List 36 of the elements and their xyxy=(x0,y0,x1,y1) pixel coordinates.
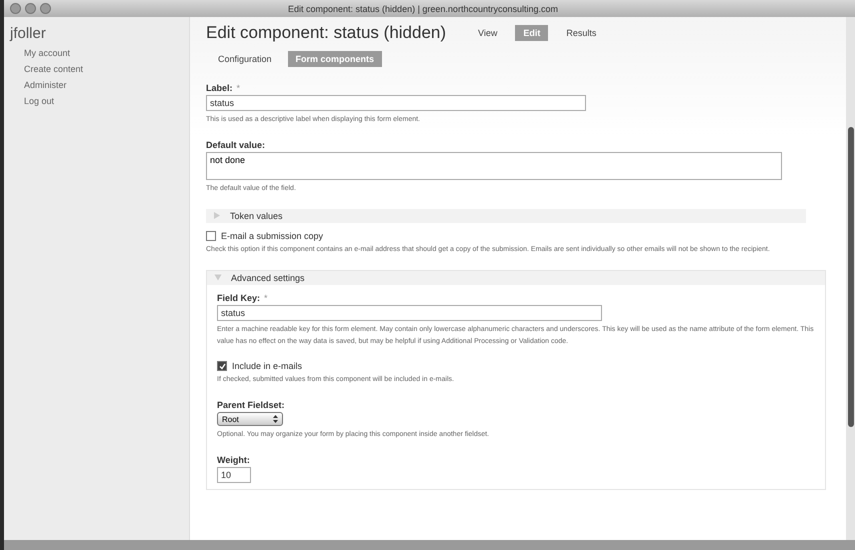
field-label: Field Key: * xyxy=(217,292,269,303)
sidebar-link[interactable]: Administer xyxy=(10,77,183,93)
triangle-icon xyxy=(214,274,222,281)
checkbox-label: Include in e-mails xyxy=(232,361,302,372)
field-label: Parent Fieldset: xyxy=(217,400,286,410)
close-icon[interactable] xyxy=(10,3,21,14)
fieldset-title: Token values xyxy=(230,210,283,221)
input-field[interactable]: status xyxy=(217,304,602,321)
sidebar-link[interactable]: Create content xyxy=(10,61,183,77)
collapsible-fieldset[interactable]: Advanced settings xyxy=(207,270,825,285)
input-field[interactable]: 10 xyxy=(217,467,251,484)
checkbox[interactable] xyxy=(206,230,216,241)
checkmark-icon xyxy=(218,362,226,370)
window-title: Edit component: status (hidden) | green.northcountryconsulting.com xyxy=(287,4,559,14)
select-dropdown[interactable]: Root xyxy=(217,412,283,426)
scrollbar-thumb[interactable] xyxy=(848,127,854,427)
text-area[interactable]: not done xyxy=(206,152,782,180)
field-label: Label: * xyxy=(206,83,242,93)
sidebar-link[interactable]: My account xyxy=(10,45,183,61)
page-title: Edit component: status (hidden) xyxy=(206,23,446,43)
minimize-icon[interactable] xyxy=(25,3,36,14)
collapsible-fieldset[interactable]: Token values xyxy=(206,208,806,223)
tab[interactable]: View xyxy=(470,25,506,41)
tab[interactable]: Results xyxy=(558,25,604,41)
field-label: Default value: xyxy=(206,140,266,150)
fieldset-title: Advanced settings xyxy=(231,272,305,283)
up-down-arrows-icon xyxy=(273,415,278,424)
tab[interactable]: Configuration xyxy=(210,51,280,67)
triangle-icon xyxy=(214,212,220,220)
checkbox[interactable] xyxy=(217,361,227,372)
user-name: jfoller xyxy=(10,25,47,42)
zoom-icon[interactable] xyxy=(40,3,51,14)
checkbox-label: E-mail a submission copy xyxy=(221,230,324,241)
input-field[interactable]: status xyxy=(206,95,586,111)
field-label: Weight: xyxy=(217,455,251,466)
sidebar-link[interactable]: Log out xyxy=(10,93,183,109)
